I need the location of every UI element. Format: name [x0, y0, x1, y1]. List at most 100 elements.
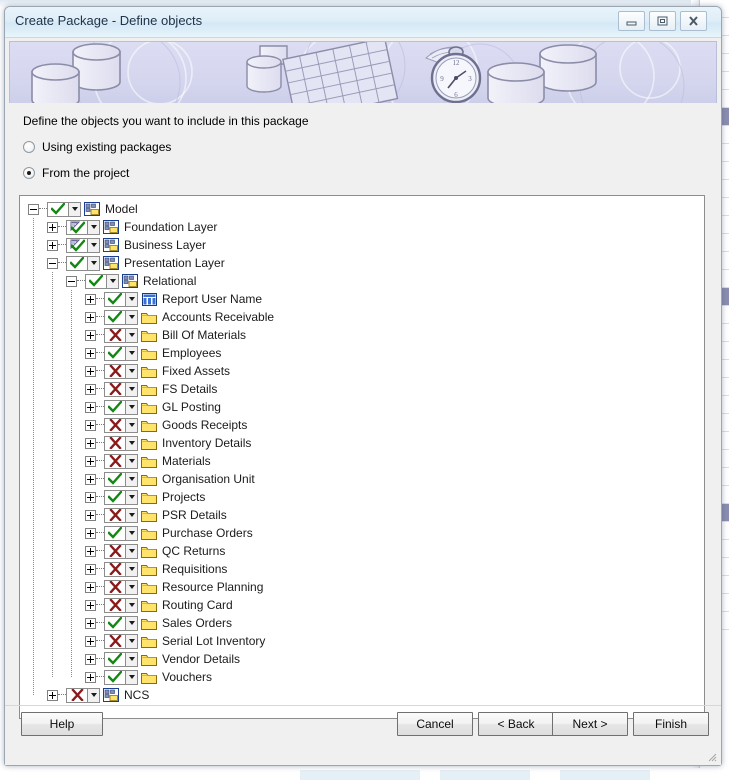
cross-icon[interactable] — [105, 437, 125, 450]
chevron-down-icon[interactable] — [125, 292, 137, 306]
cross-icon[interactable] — [105, 545, 125, 558]
inclusion-state-control[interactable] — [104, 507, 138, 523]
chevron-down-icon[interactable] — [87, 220, 99, 234]
check-icon[interactable] — [86, 275, 106, 288]
tree-node[interactable]: Inventory Details — [20, 434, 704, 452]
expand-icon[interactable] — [47, 689, 58, 701]
check-icon[interactable] — [105, 653, 125, 666]
collapse-icon[interactable] — [47, 257, 58, 269]
inclusion-state-control[interactable] — [104, 417, 138, 433]
tree-node[interactable]: FS Details — [20, 380, 704, 398]
expand-icon[interactable] — [85, 653, 96, 665]
tree-node[interactable]: NCS — [20, 686, 704, 704]
inclusion-state-control[interactable] — [104, 471, 138, 487]
inclusion-state-control[interactable] — [104, 309, 138, 325]
expand-icon[interactable] — [85, 509, 96, 521]
expand-icon[interactable] — [85, 383, 96, 395]
tree-node[interactable]: Requisitions — [20, 560, 704, 578]
expand-icon[interactable] — [85, 329, 96, 341]
chevron-down-icon[interactable] — [125, 382, 137, 396]
tree-node[interactable]: Vouchers — [20, 668, 704, 686]
expand-icon[interactable] — [85, 581, 96, 593]
next-button[interactable]: Next > — [552, 712, 628, 736]
inclusion-state-control[interactable] — [85, 273, 119, 289]
radio-from-the-project[interactable]: From the project — [23, 166, 129, 180]
tree-node[interactable]: Projects — [20, 488, 704, 506]
inclusion-state-control[interactable] — [47, 201, 81, 217]
chevron-down-icon[interactable] — [87, 256, 99, 270]
partial-check-icon[interactable] — [67, 220, 87, 234]
chevron-down-icon[interactable] — [87, 238, 99, 252]
tree-node[interactable]: Resource Planning — [20, 578, 704, 596]
chevron-down-icon[interactable] — [125, 616, 137, 630]
title-bar[interactable]: Create Package - Define objects — [5, 7, 721, 38]
check-icon[interactable] — [67, 257, 87, 270]
chevron-down-icon[interactable] — [125, 526, 137, 540]
chevron-down-icon[interactable] — [125, 598, 137, 612]
check-icon[interactable] — [105, 527, 125, 540]
cross-icon[interactable] — [105, 329, 125, 342]
tree-node[interactable]: Relational — [20, 272, 704, 290]
tree-node[interactable]: Sales Orders — [20, 614, 704, 632]
expand-icon[interactable] — [85, 437, 96, 449]
cross-icon[interactable] — [105, 635, 125, 648]
tree-node[interactable]: PSR Details — [20, 506, 704, 524]
partial-check-icon[interactable] — [67, 238, 87, 252]
cancel-button[interactable]: Cancel — [397, 712, 473, 736]
close-button[interactable] — [680, 11, 707, 31]
inclusion-state-control[interactable] — [104, 399, 138, 415]
tree-node[interactable]: Report User Name — [20, 290, 704, 308]
tree-node[interactable]: Purchase Orders — [20, 524, 704, 542]
cross-icon[interactable] — [105, 509, 125, 522]
tree-node[interactable]: Fixed Assets — [20, 362, 704, 380]
tree-node[interactable]: Organisation Unit — [20, 470, 704, 488]
cross-icon[interactable] — [105, 599, 125, 612]
check-icon[interactable] — [105, 311, 125, 324]
check-icon[interactable] — [105, 401, 125, 414]
expand-icon[interactable] — [85, 635, 96, 647]
check-icon[interactable] — [105, 347, 125, 360]
chevron-down-icon[interactable] — [68, 202, 80, 216]
tree-node[interactable]: Routing Card — [20, 596, 704, 614]
expand-icon[interactable] — [85, 473, 96, 485]
tree-node[interactable]: QC Returns — [20, 542, 704, 560]
check-icon[interactable] — [48, 203, 68, 216]
inclusion-state-control[interactable] — [104, 543, 138, 559]
cross-icon[interactable] — [105, 455, 125, 468]
tree-node[interactable]: Model — [20, 200, 704, 218]
resize-grip-icon[interactable] — [705, 750, 717, 762]
chevron-down-icon[interactable] — [125, 544, 137, 558]
chevron-down-icon[interactable] — [125, 364, 137, 378]
chevron-down-icon[interactable] — [125, 580, 137, 594]
expand-icon[interactable] — [85, 347, 96, 359]
object-tree-panel[interactable]: Model Foundation Layer Business Layer Prese… — [19, 195, 705, 719]
chevron-down-icon[interactable] — [106, 274, 118, 288]
inclusion-state-control[interactable] — [104, 525, 138, 541]
radio-button-selected[interactable] — [23, 167, 35, 179]
back-button[interactable]: < Back — [478, 712, 554, 736]
inclusion-state-control[interactable] — [104, 291, 138, 307]
chevron-down-icon[interactable] — [125, 508, 137, 522]
cross-icon[interactable] — [105, 383, 125, 396]
chevron-down-icon[interactable] — [125, 328, 137, 342]
cross-icon[interactable] — [105, 563, 125, 576]
tree-node[interactable]: Foundation Layer — [20, 218, 704, 236]
chevron-down-icon[interactable] — [125, 562, 137, 576]
expand-icon[interactable] — [85, 401, 96, 413]
tree-node[interactable]: Serial Lot Inventory — [20, 632, 704, 650]
inclusion-state-control[interactable] — [104, 435, 138, 451]
inclusion-state-control[interactable] — [104, 615, 138, 631]
inclusion-state-control[interactable] — [104, 579, 138, 595]
inclusion-state-control[interactable] — [104, 381, 138, 397]
expand-icon[interactable] — [85, 563, 96, 575]
chevron-down-icon[interactable] — [125, 310, 137, 324]
minimize-button[interactable] — [618, 11, 645, 31]
inclusion-state-control[interactable] — [104, 489, 138, 505]
expand-icon[interactable] — [85, 455, 96, 467]
expand-icon[interactable] — [85, 599, 96, 611]
expand-icon[interactable] — [85, 365, 96, 377]
chevron-down-icon[interactable] — [125, 490, 137, 504]
check-icon[interactable] — [105, 617, 125, 630]
inclusion-state-control[interactable] — [104, 363, 138, 379]
check-icon[interactable] — [105, 293, 125, 306]
